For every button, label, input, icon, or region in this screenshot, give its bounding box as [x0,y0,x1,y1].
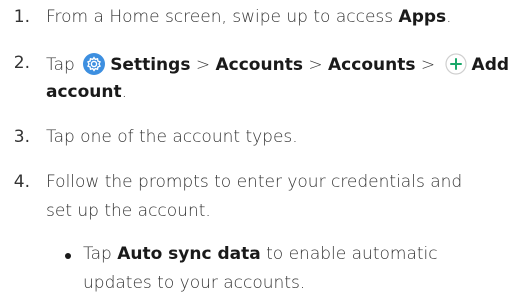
settings-label: Settings [110,55,191,75]
add-label: Add [471,55,510,75]
bullet-line-1: Tap Auto sync data to enable automatic [83,244,438,264]
bullet-line-2: updates to your accounts. [83,273,306,293]
bullet-dot [65,253,71,259]
auto-sync-label: Auto sync data [117,244,261,264]
step-4-line-1: Follow the prompts to enter your credent… [46,172,463,192]
step-2-line-2: account. [46,82,128,102]
step-number: 1. [13,7,30,27]
step-4-line-2: set up the account. [46,201,211,221]
settings-icon [83,53,106,75]
step-3-text: Tap one of the account types. [46,127,298,147]
account-label: account [46,82,122,102]
step-number: 3. [13,127,30,147]
step-2-line-1: Tap Settings > Accounts > Accounts > Add [46,53,510,75]
accounts-label-1: Accounts [215,55,303,75]
step-number: 4. [13,172,30,192]
step-1-text: From a Home screen, swipe up to access A… [46,7,452,27]
accounts-label-2: Accounts [328,55,416,75]
apps-label: Apps [398,7,447,27]
step-number: 2. [13,53,30,73]
add-icon [444,53,467,75]
